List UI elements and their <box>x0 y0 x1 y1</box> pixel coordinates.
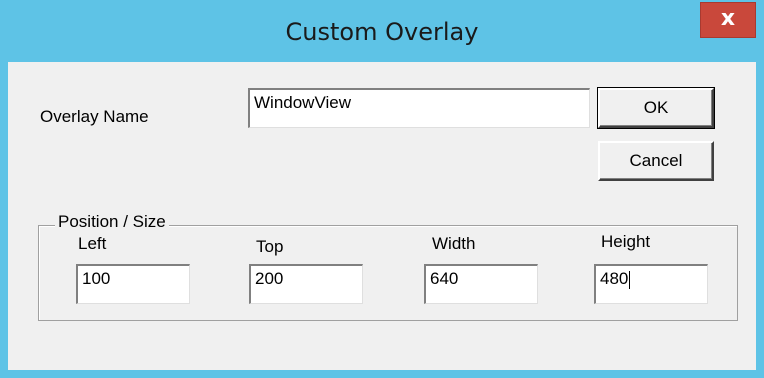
dialog-window: Custom Overlay x Overlay Name WindowView… <box>0 0 764 378</box>
close-button[interactable]: x <box>700 2 756 38</box>
overlay-name-label: Overlay Name <box>40 107 149 126</box>
position-size-title: Position / Size <box>55 212 169 232</box>
ok-button[interactable]: OK <box>597 87 715 129</box>
text-caret <box>629 270 631 289</box>
overlay-name-input[interactable]: WindowView <box>248 88 590 128</box>
height-label: Height <box>601 232 651 251</box>
top-input[interactable]: 200 <box>249 264 363 304</box>
width-label: Width <box>432 234 476 253</box>
left-input[interactable]: 100 <box>76 264 190 304</box>
window-title: Custom Overlay <box>285 18 479 46</box>
top-label: Top <box>256 237 284 256</box>
title-bar[interactable]: Custom Overlay x <box>0 0 764 60</box>
left-label: Left <box>78 234 107 253</box>
width-input[interactable]: 640 <box>424 264 538 304</box>
cancel-button[interactable]: Cancel <box>598 141 714 181</box>
height-input[interactable]: 480 <box>594 264 708 304</box>
height-input-value: 480 <box>600 269 629 288</box>
